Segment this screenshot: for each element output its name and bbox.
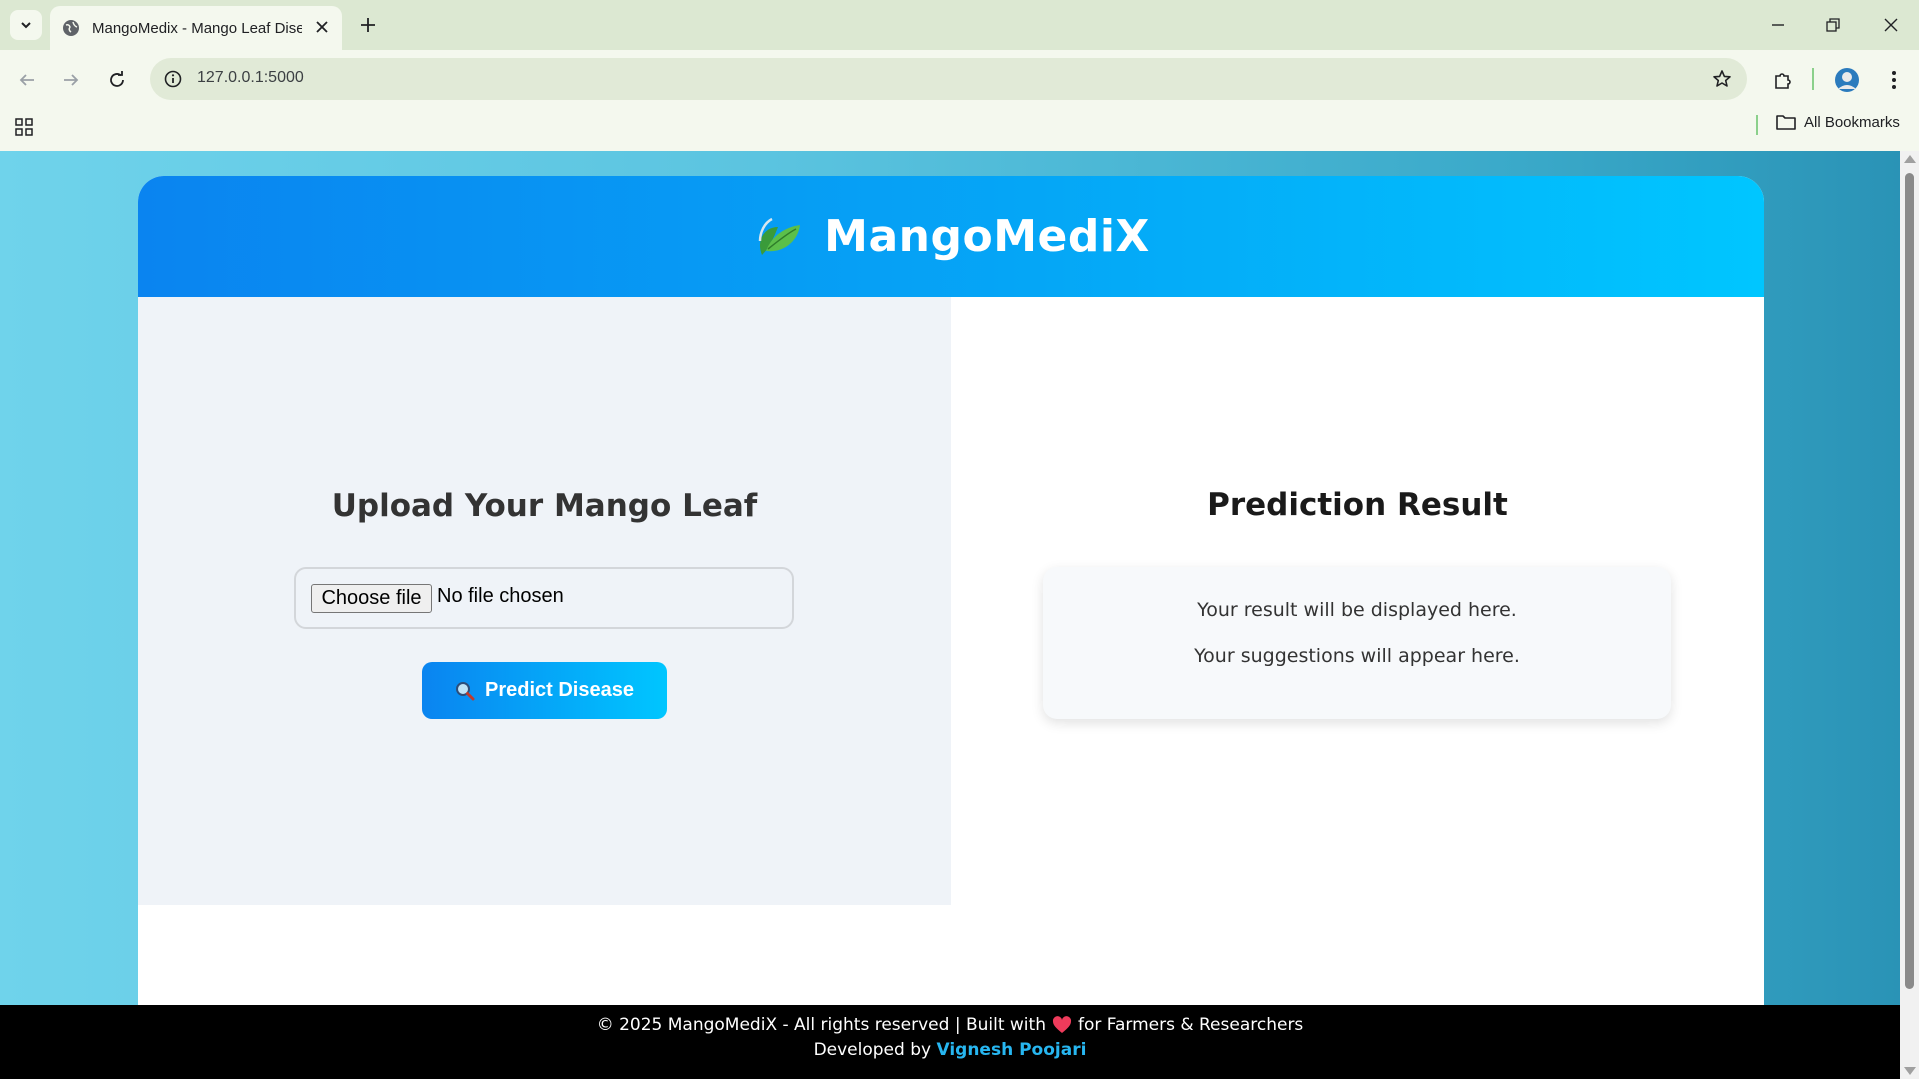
site-info-button[interactable] xyxy=(162,68,184,90)
back-button[interactable] xyxy=(11,64,43,96)
result-box: Your result will be displayed here. Your… xyxy=(1043,567,1671,719)
puzzle-icon xyxy=(1775,73,1791,89)
bookmark-star-button[interactable] xyxy=(1711,68,1733,90)
tab-strip: MangoMedix - Mango Leaf Disease xyxy=(0,0,1919,50)
result-text: Your result will be displayed here. xyxy=(1197,599,1517,621)
page-scrollbar[interactable] xyxy=(1900,151,1919,1079)
arrow-left-icon xyxy=(19,74,34,86)
browser-chrome: MangoMedix - Mango Leaf Disease xyxy=(0,0,1919,151)
footer-developed-by: Developed by xyxy=(813,1040,932,1060)
all-bookmarks-label: All Bookmarks xyxy=(1804,113,1900,131)
magnifier-icon xyxy=(456,681,475,700)
restore-button[interactable] xyxy=(1815,10,1851,40)
footer: © 2025 MangoMediX - All rights reserved … xyxy=(0,1005,1900,1079)
upload-title: Upload Your Mango Leaf xyxy=(331,488,758,524)
developer-link[interactable]: Vignesh Poojari xyxy=(936,1040,1086,1060)
chevron-down-icon xyxy=(21,22,31,29)
scroll-up-arrow[interactable] xyxy=(1904,155,1916,163)
result-title: Prediction Result xyxy=(1207,487,1508,523)
scroll-thumb[interactable] xyxy=(1905,173,1914,989)
extensions-button[interactable] xyxy=(1767,64,1799,96)
tab-active[interactable]: MangoMedix - Mango Leaf Disease xyxy=(50,6,342,50)
close-window-button[interactable] xyxy=(1873,10,1909,40)
tab-search-button[interactable] xyxy=(10,10,42,40)
main-card: MangoMediX Upload Your Mango Leaf Choose… xyxy=(138,176,1764,1036)
footer-credit: Developed by Vignesh Poojari xyxy=(0,1040,1900,1060)
file-input[interactable]: Choose file No file chosen xyxy=(294,567,794,629)
file-status-text: No file chosen xyxy=(437,585,564,607)
tab-title: MangoMedix - Mango Leaf Disease xyxy=(92,19,302,37)
new-tab-button[interactable] xyxy=(354,11,382,39)
star-icon xyxy=(1713,70,1731,87)
upload-panel: Upload Your Mango Leaf Choose file No fi… xyxy=(138,297,951,905)
close-icon xyxy=(1884,18,1898,32)
all-bookmarks-button[interactable]: All Bookmarks xyxy=(1776,113,1900,131)
predict-button[interactable]: Predict Disease xyxy=(422,662,667,719)
toolbar-divider xyxy=(1812,68,1814,90)
brand-title: MangoMediX xyxy=(824,211,1150,262)
profile-button[interactable] xyxy=(1831,64,1863,96)
folder-icon xyxy=(1776,115,1796,130)
app-header: MangoMediX xyxy=(138,176,1764,297)
apps-button[interactable] xyxy=(12,115,36,139)
bookmarks-divider xyxy=(1756,115,1758,135)
leaf-icon xyxy=(758,217,801,255)
close-icon xyxy=(316,21,328,33)
minimize-button[interactable] xyxy=(1760,10,1796,40)
plus-icon xyxy=(361,18,375,32)
address-bar[interactable]: 127.0.0.1:5000 xyxy=(150,58,1747,100)
footer-copyright-start: © 2025 MangoMediX - All rights reserved … xyxy=(596,1015,1046,1035)
footer-copyright-end: for Farmers & Researchers xyxy=(1077,1015,1304,1035)
tab-close-button[interactable] xyxy=(312,17,332,37)
footer-copyright: © 2025 MangoMediX - All rights reserved … xyxy=(0,1015,1900,1035)
kebab-menu-icon xyxy=(1892,71,1896,89)
reload-icon xyxy=(110,71,124,87)
grid-icon xyxy=(15,118,33,136)
suggestion-text: Your suggestions will appear here. xyxy=(1194,645,1520,667)
url-text: 127.0.0.1:5000 xyxy=(197,69,304,86)
arrow-right-icon xyxy=(64,74,79,86)
heart-icon xyxy=(1052,1016,1072,1033)
menu-button[interactable] xyxy=(1878,64,1910,96)
page-viewport: MangoMediX Upload Your Mango Leaf Choose… xyxy=(0,151,1900,1079)
forward-button[interactable] xyxy=(55,64,87,96)
info-icon xyxy=(164,70,182,88)
predict-label: Predict Disease xyxy=(485,679,634,701)
reload-button[interactable] xyxy=(101,64,133,96)
globe-icon xyxy=(63,20,79,36)
restore-icon xyxy=(1826,18,1840,32)
choose-file-button[interactable]: Choose file xyxy=(311,584,432,613)
scroll-down-arrow[interactable] xyxy=(1904,1067,1916,1075)
avatar xyxy=(1835,68,1859,92)
minimize-icon xyxy=(1772,24,1784,26)
